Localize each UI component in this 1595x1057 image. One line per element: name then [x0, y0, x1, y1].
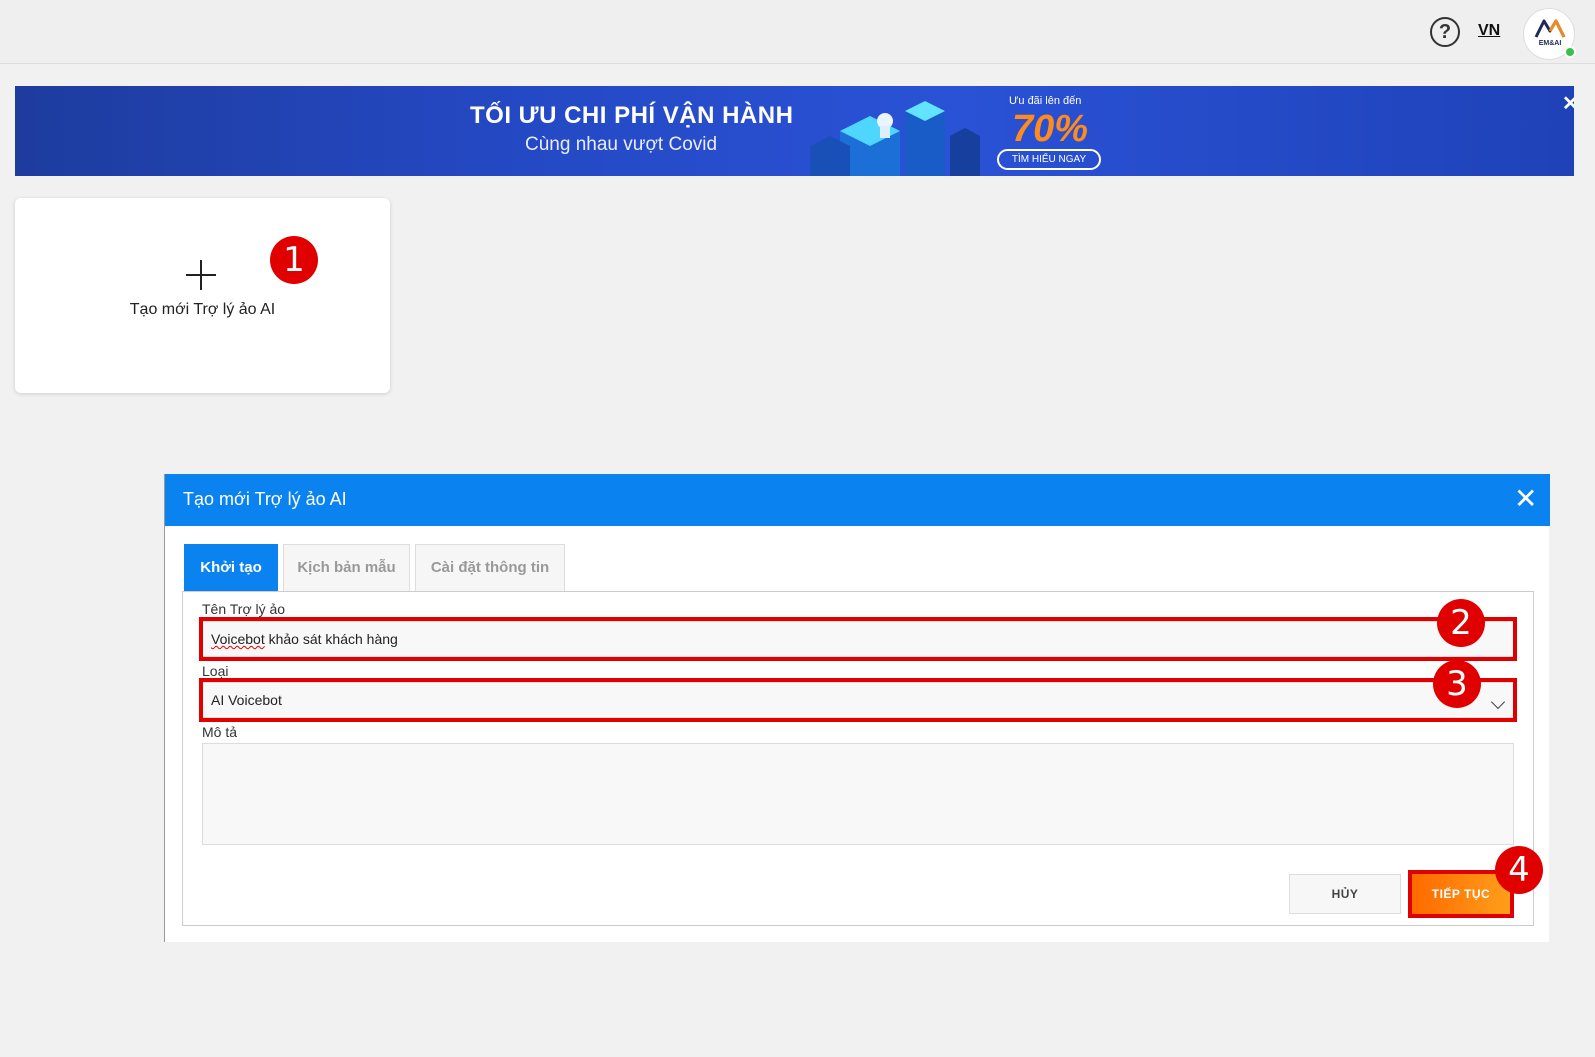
tab-khoi-tao[interactable]: Khởi tạo — [184, 544, 278, 592]
banner-close-icon[interactable]: ✕ — [1562, 91, 1574, 116]
top-bar: ? VN EM&AI — [0, 0, 1595, 64]
type-field-label: Loại — [202, 663, 229, 679]
highlight-box-type — [199, 678, 1517, 722]
highlight-box-name — [199, 617, 1517, 661]
isometric-city-illustration — [810, 101, 980, 176]
banner-title: TỐI ƯU CHI PHÍ VẬN HÀNH — [470, 102, 794, 129]
tab-cai-dat-thong-tin[interactable]: Cài đặt thông tin — [415, 544, 565, 592]
create-assistant-card[interactable]: Tạo mới Trợ lý ảo AI — [15, 198, 390, 393]
step-marker-2: 2 — [1437, 599, 1485, 647]
description-field-label: Mô tả — [202, 724, 238, 740]
plus-icon — [186, 260, 216, 290]
dialog-title: Tạo mới Trợ lý ảo AI — [183, 489, 347, 509]
close-icon[interactable]: ✕ — [1514, 484, 1537, 514]
create-assistant-dialog: Tạo mới Trợ lý ảo AI ✕ Khởi tạo Kịch bản… — [164, 474, 1550, 942]
banner-subtitle: Cùng nhau vượt Covid — [525, 134, 718, 155]
create-assistant-label: Tạo mới Trợ lý ảo AI — [129, 301, 276, 318]
dialog-header: Tạo mới Trợ lý ảo AI ✕ — [165, 474, 1550, 526]
avatar[interactable]: EM&AI — [1523, 8, 1576, 60]
step-marker-4: 4 — [1495, 846, 1543, 894]
banner-promo-value: 70% — [1012, 108, 1089, 150]
cancel-button[interactable]: HỦY — [1289, 874, 1401, 914]
description-textarea[interactable] — [202, 743, 1514, 845]
tab-kich-ban-mau[interactable]: Kịch bản mẫu — [283, 544, 410, 592]
step-marker-3: 3 — [1433, 660, 1481, 708]
name-field-label: Tên Trợ lý ảo — [202, 601, 286, 617]
banner-promo-label: Ưu đãi lên đến — [1009, 95, 1082, 107]
help-circle-icon[interactable]: ? — [1430, 17, 1460, 47]
online-status-dot — [1564, 46, 1576, 58]
logo-icon — [1534, 19, 1566, 38]
promo-banner[interactable]: TỐI ƯU CHI PHÍ VẬN HÀNH Cùng nhau vượt C… — [15, 86, 1574, 176]
step-marker-1: 1 — [270, 236, 318, 284]
form-panel: Tên Trợ lý ảo Voicebot khảo sát khách hà… — [182, 591, 1534, 926]
banner-cta-button[interactable]: TÌM HIỂU NGAY — [997, 149, 1101, 170]
language-switcher[interactable]: VN — [1478, 22, 1500, 40]
